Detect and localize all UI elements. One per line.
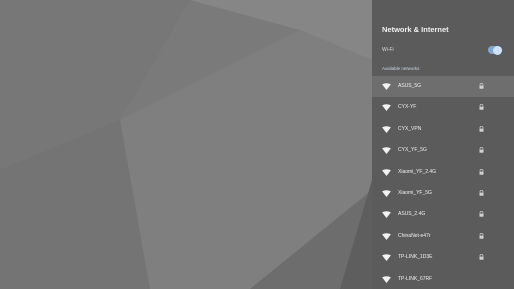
wifi-toggle[interactable] — [488, 45, 502, 55]
network-item-tp-link-67rf[interactable]: TP-LINK_67RF — [372, 269, 514, 289]
wifi-icon — [382, 126, 391, 133]
network-item-asus-5g[interactable]: ASUS_5G — [372, 76, 514, 97]
wifi-icon — [382, 147, 391, 155]
wifi-icon — [382, 254, 391, 262]
network-name: Xiaomi_YF_5G — [398, 190, 432, 196]
lock-icon — [479, 83, 484, 89]
network-name: ASUS_2.4G — [398, 211, 426, 218]
network-name: Xiaomi_YF_2.4G — [398, 168, 437, 175]
toggle-knob — [493, 45, 502, 55]
wifi-icon — [382, 104, 391, 112]
panel-title: Network & Internet — [382, 25, 449, 34]
network-item-xiaomi-yf-2-4g[interactable]: Xiaomi_YF_2.4G — [372, 162, 514, 183]
lock-icon — [479, 168, 484, 175]
network-item-cyx-vpn[interactable]: CYX_VPN — [372, 119, 514, 140]
network-item-xiaomi-yf-5g[interactable]: Xiaomi_YF_5G — [372, 183, 514, 204]
wifi-icon — [382, 168, 391, 176]
wifi-label: Wi-Fi — [382, 47, 394, 53]
network-item-tp-link-1d3e[interactable]: TP-LINK_1D3E — [372, 247, 514, 268]
lock-icon — [479, 232, 484, 239]
wifi-icon — [382, 211, 391, 219]
wifi-toggle-row[interactable]: Wi-Fi — [382, 45, 504, 56]
available-networks-label: Available networks — [382, 66, 420, 71]
network-item-cyx-yf[interactable]: CYX-YF — [372, 97, 514, 118]
network-item-asus-2-4g[interactable]: ASUS_2.4G — [372, 204, 514, 225]
network-name: ASUS_5G — [398, 83, 422, 89]
network-settings-panel: Network & Internet Wi-Fi Available netwo… — [372, 0, 514, 289]
lock-icon — [479, 254, 484, 260]
wifi-icon — [382, 233, 391, 240]
network-name: CYX_VPN — [398, 125, 422, 132]
network-name: CYX_YF_5G — [398, 147, 427, 154]
lock-icon — [479, 147, 484, 153]
wifi-icon — [382, 275, 391, 283]
network-item-cyx-yf-5g[interactable]: CYX_YF_5G — [372, 140, 514, 161]
network-item-chinanet-e47r[interactable]: ChinaNet-e47r — [372, 226, 514, 247]
lock-icon — [479, 211, 484, 218]
lock-icon — [479, 190, 484, 196]
network-name: TP-LINK_67RF — [398, 275, 433, 282]
lock-icon — [479, 125, 484, 132]
network-name: CYX-YF — [398, 104, 417, 111]
lock-icon — [479, 104, 484, 111]
network-name: TP-LINK_1D3E — [398, 254, 433, 261]
wifi-icon — [382, 190, 391, 197]
wifi-icon — [382, 83, 391, 90]
network-name: ChinaNet-e47r — [398, 232, 431, 239]
